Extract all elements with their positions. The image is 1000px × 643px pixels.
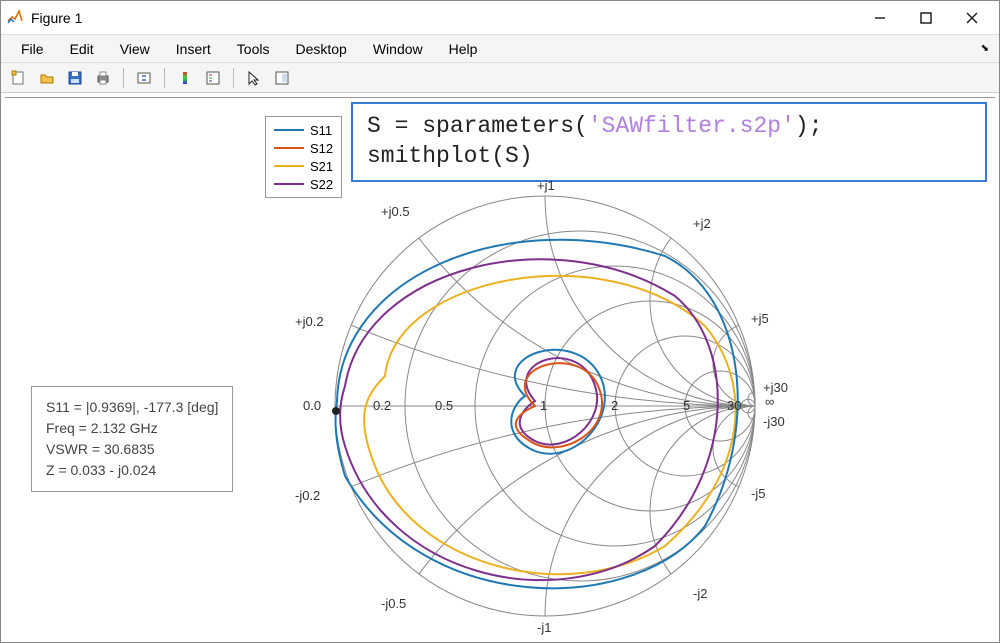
- arc--j0.2: -j0.2: [295, 488, 320, 503]
- data-tip[interactable]: S11 = |0.9369|, -177.3 [deg] Freq = 2.13…: [31, 386, 233, 492]
- menu-tools[interactable]: Tools: [225, 39, 282, 59]
- arc-+j0.2: +j0.2: [295, 314, 324, 329]
- menu-overflow-icon[interactable]: ⬊: [981, 43, 989, 54]
- legend-swatch: [274, 129, 304, 131]
- datatip-line: S11 = |0.9369|, -177.3 [deg]: [46, 397, 218, 418]
- arc--j1: -j1: [537, 620, 551, 635]
- datatip-line: Z = 0.033 - j0.024: [46, 460, 218, 481]
- matlab-icon: [5, 8, 25, 28]
- link-axes-button[interactable]: [132, 66, 156, 90]
- arc--j30: -j30: [763, 414, 785, 429]
- menu-desktop[interactable]: Desktop: [283, 39, 358, 59]
- window-title: Figure 1: [31, 10, 857, 26]
- arc-+j30: +j30: [763, 380, 788, 395]
- tick-0.5: 0.5: [435, 398, 453, 413]
- code-text: S = sparameters(: [367, 113, 588, 139]
- tick-1: 1: [540, 398, 547, 413]
- code-text: smithplot(S): [367, 143, 533, 169]
- plot-tools-button[interactable]: [270, 66, 294, 90]
- arc--j0.5: -j0.5: [381, 596, 406, 611]
- cursor-button[interactable]: [242, 66, 266, 90]
- smith-chart[interactable]: 0.0 0.2 0.5 1 2 5 30 ∞ +j0.2 +j0.5 +j1 +…: [265, 176, 825, 639]
- arc--j5: -j5: [751, 486, 765, 501]
- datatip-line: Freq = 2.132 GHz: [46, 418, 218, 439]
- tick-0.2: 0.2: [373, 398, 391, 413]
- arc--j2: -j2: [693, 586, 707, 601]
- figure-window: Figure 1 File Edit View Insert Tools Des…: [0, 0, 1000, 643]
- tick-5: 5: [683, 398, 690, 413]
- code-string: 'SAWfilter.s2p': [588, 113, 795, 139]
- legend-button[interactable]: [201, 66, 225, 90]
- arc-+j5: +j5: [751, 311, 769, 326]
- menu-window[interactable]: Window: [361, 39, 435, 59]
- legend-label: S12: [310, 141, 333, 156]
- code-overlay: S = sparameters('SAWfilter.s2p'); smithp…: [351, 102, 987, 182]
- menubar: File Edit View Insert Tools Desktop Wind…: [1, 35, 999, 63]
- datatip-marker[interactable]: [332, 407, 340, 415]
- code-text: );: [795, 113, 823, 139]
- menu-insert[interactable]: Insert: [164, 39, 223, 59]
- tick-2: 2: [611, 398, 618, 413]
- legend-item-s11[interactable]: S11: [274, 121, 333, 139]
- menu-help[interactable]: Help: [437, 39, 490, 59]
- print-button[interactable]: [91, 66, 115, 90]
- legend-swatch: [274, 147, 304, 149]
- arc-+j1: +j1: [537, 178, 555, 193]
- open-button[interactable]: [35, 66, 59, 90]
- menu-edit[interactable]: Edit: [58, 39, 106, 59]
- tick-inf: ∞: [765, 394, 774, 409]
- minimize-button[interactable]: [857, 1, 903, 35]
- datatip-line: VSWR = 30.6835: [46, 439, 218, 460]
- legend-item-s21[interactable]: S21: [274, 157, 333, 175]
- legend-label: S21: [310, 159, 333, 174]
- legend-swatch: [274, 165, 304, 167]
- menu-file[interactable]: File: [9, 39, 56, 59]
- menu-view[interactable]: View: [108, 39, 162, 59]
- plot-area[interactable]: S11 S12 S21 S22 S = sparameters('SAWfilt…: [5, 97, 995, 638]
- maximize-button[interactable]: [903, 1, 949, 35]
- colorbar-button[interactable]: [173, 66, 197, 90]
- tick-30: 30: [727, 398, 741, 413]
- legend-item-s12[interactable]: S12: [274, 139, 333, 157]
- legend-label: S11: [310, 123, 332, 138]
- arc-+j2: +j2: [693, 216, 711, 231]
- arc-+j0.5: +j0.5: [381, 204, 410, 219]
- toolbar-separator: [164, 68, 165, 88]
- toolbar-separator: [233, 68, 234, 88]
- save-button[interactable]: [63, 66, 87, 90]
- titlebar[interactable]: Figure 1: [1, 1, 999, 35]
- close-button[interactable]: [949, 1, 995, 35]
- new-figure-button[interactable]: [7, 66, 31, 90]
- toolbar: [1, 63, 999, 93]
- toolbar-separator: [123, 68, 124, 88]
- tick-0.0: 0.0: [303, 398, 321, 413]
